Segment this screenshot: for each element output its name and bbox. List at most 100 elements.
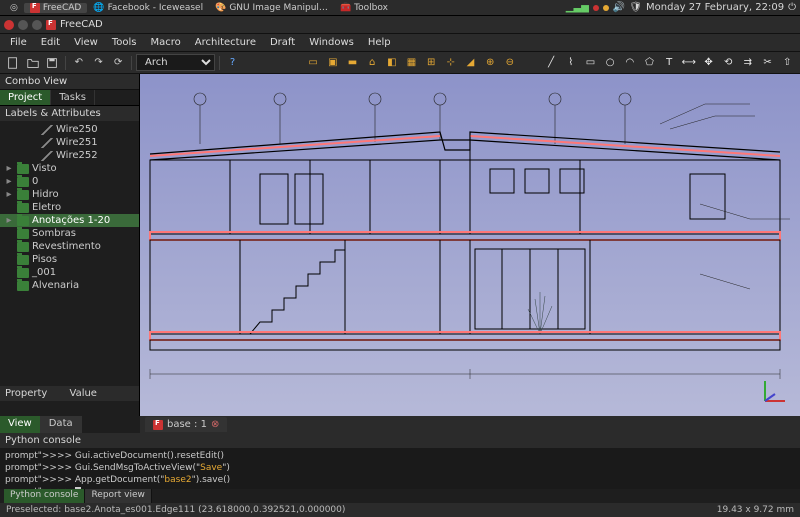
status-dimensions: 19.43 x 9.72 mm [717, 505, 794, 515]
tree-item-label: Visto [32, 163, 57, 174]
close-tab-icon[interactable]: ⊗ [211, 419, 219, 430]
tree-item[interactable]: Wire250 [0, 123, 139, 136]
tree-item[interactable]: Wire251 [0, 136, 139, 149]
window-title: FreeCAD [60, 19, 103, 30]
refresh-button[interactable]: ⟳ [109, 54, 127, 72]
maximize-button[interactable] [32, 20, 42, 30]
arch-window-button[interactable]: ▦ [403, 54, 421, 72]
tree-item-label: Revestimento [32, 241, 101, 252]
tree-item-label: Eletro [32, 202, 61, 213]
arch-structure-button[interactable]: ▣ [324, 54, 342, 72]
draft-circle-button[interactable]: ○ [601, 54, 619, 72]
arch-building-button[interactable]: ⌂ [363, 54, 381, 72]
object-tree[interactable]: Wire250Wire251 Wire252▸Visto▸0▸HidroEletr… [0, 121, 139, 386]
tree-item[interactable]: Wire252 [0, 149, 139, 162]
power-icon[interactable]: ⏻ [788, 2, 796, 13]
draft-move-button[interactable]: ✥ [700, 54, 718, 72]
status-bar: Preselected: base2.Anota_es001.Edge111 (… [0, 503, 800, 517]
taskbar-app-gimp[interactable]: 🎨 GNU Image Manipul… [209, 3, 334, 13]
open-file-button[interactable] [24, 54, 42, 72]
menu-draft[interactable]: Draft [264, 35, 301, 50]
draft-dim-button[interactable]: ⟷ [680, 54, 698, 72]
tab-data[interactable]: Data [41, 416, 82, 433]
draft-line-button[interactable]: ╱ [542, 54, 560, 72]
menu-help[interactable]: Help [362, 35, 397, 50]
menu-windows[interactable]: Windows [303, 35, 360, 50]
taskbar-app-browser[interactable]: 🌐 Facebook - Iceweasel [87, 3, 209, 13]
tree-item[interactable]: Revestimento [0, 240, 139, 253]
folder-icon [17, 203, 29, 213]
draft-arc-button[interactable]: ◠ [621, 54, 639, 72]
draft-trim-button[interactable]: ✂ [759, 54, 777, 72]
folder-icon [17, 255, 29, 265]
taskbar-app-toolbox[interactable]: 🧰 Toolbox [334, 3, 394, 13]
folder-icon [17, 216, 29, 226]
draft-offset-button[interactable]: ⇉ [739, 54, 757, 72]
tree-item[interactable]: ▸0 [0, 175, 139, 188]
draft-upgrade-button[interactable]: ⇧ [778, 54, 796, 72]
redo-button[interactable]: ↷ [90, 54, 108, 72]
folder-icon [17, 229, 29, 239]
tree-item[interactable]: Alvenaria [0, 279, 139, 292]
tree-item-label: 0 [32, 176, 38, 187]
arch-roof-button[interactable]: ◢ [462, 54, 480, 72]
tree-item[interactable]: ▸Anotações 1-20 [0, 214, 139, 227]
tree-item-label: Anotações 1-20 [32, 215, 110, 226]
app-icon [46, 20, 56, 30]
line-icon [41, 151, 53, 161]
draft-poly-button[interactable]: ⬠ [641, 54, 659, 72]
draft-wire-button[interactable]: ⌇ [562, 54, 580, 72]
close-button[interactable] [4, 20, 14, 30]
menu-macro[interactable]: Macro [144, 35, 186, 50]
draft-rotate-button[interactable]: ⟲ [719, 54, 737, 72]
draft-rect-button[interactable]: ▭ [582, 54, 600, 72]
system-tray[interactable]: ▁▃▅ 🔊🛡 Monday 27 February, 22:09 ⏻ [566, 2, 796, 13]
undo-button[interactable]: ↶ [70, 54, 88, 72]
folder-icon [17, 242, 29, 252]
tree-item[interactable]: Pisos [0, 253, 139, 266]
tree-item[interactable]: Eletro [0, 201, 139, 214]
tab-tasks[interactable]: Tasks [51, 90, 95, 105]
tree-item-label: Wire251 [56, 137, 98, 148]
arch-floor-button[interactable]: ▬ [344, 54, 362, 72]
arch-remove-button[interactable]: ⊖ [501, 54, 519, 72]
tab-python-console[interactable]: Python console [4, 489, 85, 503]
arch-wall-button[interactable]: ▭ [304, 54, 322, 72]
architectural-drawing [140, 74, 800, 414]
os-menu-icon[interactable]: ◎ [4, 3, 24, 13]
tree-item[interactable]: Sombras [0, 227, 139, 240]
arch-site-button[interactable]: ◧ [383, 54, 401, 72]
menu-file[interactable]: File [4, 35, 33, 50]
window-titlebar: FreeCAD [0, 16, 800, 34]
menu-view[interactable]: View [68, 35, 104, 50]
new-file-button[interactable] [4, 54, 22, 72]
whatsthis-button[interactable]: ? [224, 54, 242, 72]
tree-item-label: Wire252 [56, 150, 98, 161]
tab-report-view[interactable]: Report view [85, 489, 151, 503]
axis-indicator [760, 376, 790, 406]
tab-view[interactable]: View [0, 416, 41, 433]
tree-item-label: Sombras [32, 228, 76, 239]
3d-viewport[interactable] [140, 74, 800, 416]
menu-architecture[interactable]: Architecture [189, 35, 262, 50]
console-title: Python console [0, 433, 800, 448]
tree-item-label: Alvenaria [32, 280, 79, 291]
tab-project[interactable]: Project [0, 90, 51, 105]
document-tab[interactable]: base : 1⊗ [145, 417, 227, 432]
status-preselect: Preselected: base2.Anota_es001.Edge111 (… [6, 505, 345, 515]
save-button[interactable] [43, 54, 61, 72]
minimize-button[interactable] [18, 20, 28, 30]
tree-item[interactable]: ▸Hidro [0, 188, 139, 201]
menu-tools[interactable]: Tools [106, 35, 143, 50]
tree-item[interactable]: ▸Visto [0, 162, 139, 175]
workbench-selector[interactable]: Arch [136, 54, 215, 71]
menu-edit[interactable]: Edit [35, 35, 66, 50]
combo-view-panel: Combo View Project Tasks Labels & Attrib… [0, 74, 140, 416]
draft-text-button[interactable]: T [660, 54, 678, 72]
arch-axis-button[interactable]: ⊹ [442, 54, 460, 72]
tree-item[interactable]: _001 [0, 266, 139, 279]
taskbar-app-freecad[interactable]: FreeCAD [24, 3, 87, 13]
property-header: PropertyValue [0, 386, 139, 401]
arch-add-button[interactable]: ⊕ [481, 54, 499, 72]
arch-section-button[interactable]: ⊞ [422, 54, 440, 72]
